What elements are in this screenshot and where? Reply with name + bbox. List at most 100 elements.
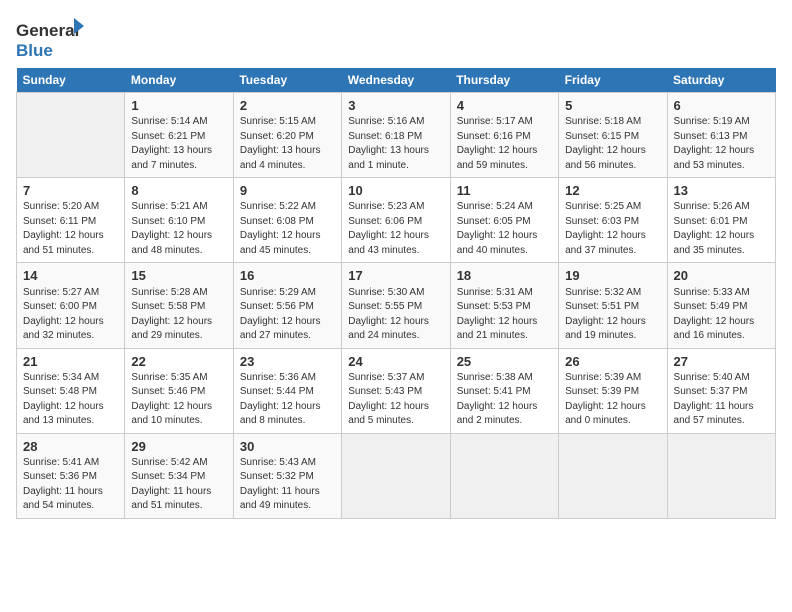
day-info: Sunrise: 5:37 AM Sunset: 5:43 PM Dayligh… (348, 371, 443, 429)
day-info: Sunrise: 5:18 AM Sunset: 6:15 PM Dayligh… (565, 115, 660, 173)
day-info: Sunrise: 5:34 AM Sunset: 5:48 PM Dayligh… (23, 371, 118, 429)
calendar-body: 1Sunrise: 5:14 AM Sunset: 6:21 PM Daylig… (17, 93, 776, 519)
day-info: Sunrise: 5:35 AM Sunset: 5:46 PM Dayligh… (131, 371, 226, 429)
day-cell: 13Sunrise: 5:26 AM Sunset: 6:01 PM Dayli… (667, 178, 775, 263)
day-number: 23 (240, 353, 335, 371)
day-number: 7 (23, 182, 118, 200)
weekday-header-monday: Monday (125, 68, 233, 93)
calendar-week-row: 1Sunrise: 5:14 AM Sunset: 6:21 PM Daylig… (17, 93, 776, 178)
day-cell: 18Sunrise: 5:31 AM Sunset: 5:53 PM Dayli… (450, 263, 558, 348)
day-info: Sunrise: 5:38 AM Sunset: 5:41 PM Dayligh… (457, 371, 552, 429)
weekday-header-wednesday: Wednesday (342, 68, 450, 93)
day-cell: 26Sunrise: 5:39 AM Sunset: 5:39 PM Dayli… (559, 348, 667, 433)
svg-text:General: General (16, 21, 79, 40)
day-cell: 8Sunrise: 5:21 AM Sunset: 6:10 PM Daylig… (125, 178, 233, 263)
day-info: Sunrise: 5:25 AM Sunset: 6:03 PM Dayligh… (565, 200, 660, 258)
day-cell: 14Sunrise: 5:27 AM Sunset: 6:00 PM Dayli… (17, 263, 125, 348)
day-cell: 12Sunrise: 5:25 AM Sunset: 6:03 PM Dayli… (559, 178, 667, 263)
day-cell: 3Sunrise: 5:16 AM Sunset: 6:18 PM Daylig… (342, 93, 450, 178)
page-header: GeneralBlue (16, 16, 776, 60)
day-number: 4 (457, 97, 552, 115)
day-number: 20 (674, 267, 769, 285)
day-number: 15 (131, 267, 226, 285)
day-cell (17, 93, 125, 178)
day-cell: 10Sunrise: 5:23 AM Sunset: 6:06 PM Dayli… (342, 178, 450, 263)
day-number: 10 (348, 182, 443, 200)
day-number: 25 (457, 353, 552, 371)
day-info: Sunrise: 5:41 AM Sunset: 5:36 PM Dayligh… (23, 456, 118, 514)
day-cell: 30Sunrise: 5:43 AM Sunset: 5:32 PM Dayli… (233, 433, 341, 518)
day-info: Sunrise: 5:24 AM Sunset: 6:05 PM Dayligh… (457, 200, 552, 258)
day-info: Sunrise: 5:17 AM Sunset: 6:16 PM Dayligh… (457, 115, 552, 173)
day-cell: 25Sunrise: 5:38 AM Sunset: 5:41 PM Dayli… (450, 348, 558, 433)
weekday-header-row: SundayMondayTuesdayWednesdayThursdayFrid… (17, 68, 776, 93)
day-number: 2 (240, 97, 335, 115)
day-cell: 1Sunrise: 5:14 AM Sunset: 6:21 PM Daylig… (125, 93, 233, 178)
day-cell (342, 433, 450, 518)
day-info: Sunrise: 5:42 AM Sunset: 5:34 PM Dayligh… (131, 456, 226, 514)
day-info: Sunrise: 5:21 AM Sunset: 6:10 PM Dayligh… (131, 200, 226, 258)
day-info: Sunrise: 5:27 AM Sunset: 6:00 PM Dayligh… (23, 286, 118, 344)
day-number: 24 (348, 353, 443, 371)
calendar-week-row: 14Sunrise: 5:27 AM Sunset: 6:00 PM Dayli… (17, 263, 776, 348)
weekday-header-saturday: Saturday (667, 68, 775, 93)
day-number: 28 (23, 438, 118, 456)
day-info: Sunrise: 5:14 AM Sunset: 6:21 PM Dayligh… (131, 115, 226, 173)
day-info: Sunrise: 5:22 AM Sunset: 6:08 PM Dayligh… (240, 200, 335, 258)
day-cell: 23Sunrise: 5:36 AM Sunset: 5:44 PM Dayli… (233, 348, 341, 433)
day-info: Sunrise: 5:20 AM Sunset: 6:11 PM Dayligh… (23, 200, 118, 258)
day-cell: 22Sunrise: 5:35 AM Sunset: 5:46 PM Dayli… (125, 348, 233, 433)
logo: GeneralBlue (16, 16, 86, 60)
day-cell (450, 433, 558, 518)
weekday-header-tuesday: Tuesday (233, 68, 341, 93)
day-info: Sunrise: 5:15 AM Sunset: 6:20 PM Dayligh… (240, 115, 335, 173)
day-cell: 11Sunrise: 5:24 AM Sunset: 6:05 PM Dayli… (450, 178, 558, 263)
day-info: Sunrise: 5:29 AM Sunset: 5:56 PM Dayligh… (240, 286, 335, 344)
day-number: 5 (565, 97, 660, 115)
day-number: 9 (240, 182, 335, 200)
day-cell: 9Sunrise: 5:22 AM Sunset: 6:08 PM Daylig… (233, 178, 341, 263)
calendar-week-row: 28Sunrise: 5:41 AM Sunset: 5:36 PM Dayli… (17, 433, 776, 518)
day-info: Sunrise: 5:33 AM Sunset: 5:49 PM Dayligh… (674, 286, 769, 344)
day-number: 13 (674, 182, 769, 200)
day-cell: 21Sunrise: 5:34 AM Sunset: 5:48 PM Dayli… (17, 348, 125, 433)
day-cell: 20Sunrise: 5:33 AM Sunset: 5:49 PM Dayli… (667, 263, 775, 348)
day-number: 6 (674, 97, 769, 115)
day-number: 21 (23, 353, 118, 371)
day-cell: 6Sunrise: 5:19 AM Sunset: 6:13 PM Daylig… (667, 93, 775, 178)
weekday-header-thursday: Thursday (450, 68, 558, 93)
day-number: 29 (131, 438, 226, 456)
day-cell: 19Sunrise: 5:32 AM Sunset: 5:51 PM Dayli… (559, 263, 667, 348)
day-info: Sunrise: 5:28 AM Sunset: 5:58 PM Dayligh… (131, 286, 226, 344)
day-info: Sunrise: 5:16 AM Sunset: 6:18 PM Dayligh… (348, 115, 443, 173)
weekday-header-friday: Friday (559, 68, 667, 93)
day-number: 27 (674, 353, 769, 371)
day-number: 18 (457, 267, 552, 285)
day-number: 12 (565, 182, 660, 200)
day-number: 1 (131, 97, 226, 115)
day-number: 26 (565, 353, 660, 371)
day-number: 3 (348, 97, 443, 115)
day-number: 14 (23, 267, 118, 285)
day-number: 22 (131, 353, 226, 371)
day-cell (559, 433, 667, 518)
day-info: Sunrise: 5:39 AM Sunset: 5:39 PM Dayligh… (565, 371, 660, 429)
day-cell: 2Sunrise: 5:15 AM Sunset: 6:20 PM Daylig… (233, 93, 341, 178)
day-number: 19 (565, 267, 660, 285)
day-cell: 29Sunrise: 5:42 AM Sunset: 5:34 PM Dayli… (125, 433, 233, 518)
day-cell: 7Sunrise: 5:20 AM Sunset: 6:11 PM Daylig… (17, 178, 125, 263)
day-number: 17 (348, 267, 443, 285)
day-info: Sunrise: 5:32 AM Sunset: 5:51 PM Dayligh… (565, 286, 660, 344)
day-info: Sunrise: 5:40 AM Sunset: 5:37 PM Dayligh… (674, 371, 769, 429)
day-cell: 28Sunrise: 5:41 AM Sunset: 5:36 PM Dayli… (17, 433, 125, 518)
day-number: 11 (457, 182, 552, 200)
calendar-week-row: 7Sunrise: 5:20 AM Sunset: 6:11 PM Daylig… (17, 178, 776, 263)
day-info: Sunrise: 5:30 AM Sunset: 5:55 PM Dayligh… (348, 286, 443, 344)
day-info: Sunrise: 5:31 AM Sunset: 5:53 PM Dayligh… (457, 286, 552, 344)
day-number: 30 (240, 438, 335, 456)
day-number: 16 (240, 267, 335, 285)
calendar-week-row: 21Sunrise: 5:34 AM Sunset: 5:48 PM Dayli… (17, 348, 776, 433)
day-cell: 15Sunrise: 5:28 AM Sunset: 5:58 PM Dayli… (125, 263, 233, 348)
weekday-header-sunday: Sunday (17, 68, 125, 93)
day-number: 8 (131, 182, 226, 200)
